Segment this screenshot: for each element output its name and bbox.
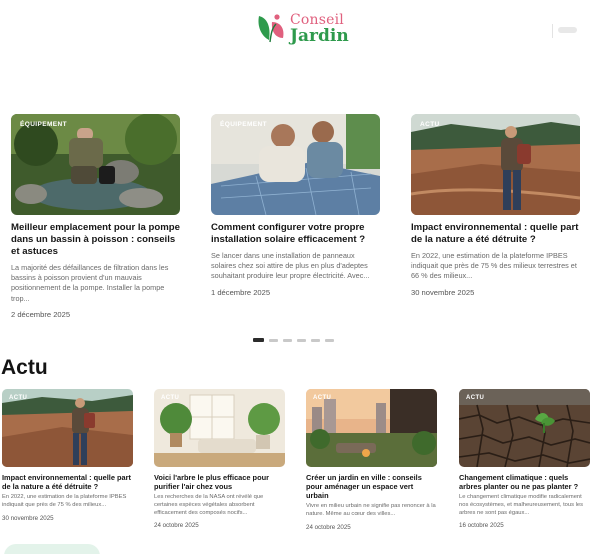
- site-logo[interactable]: Conseil Jardin: [256, 12, 349, 46]
- article-category-tag: ACTU: [9, 395, 28, 401]
- section-heading: Actu: [1, 356, 48, 379]
- article-date: 24 octobre 2025: [306, 523, 351, 531]
- article-excerpt: En 2022, une estimation de la plateforme…: [2, 494, 127, 508]
- header-divider: [552, 24, 553, 38]
- site-header: Conseil Jardin: [0, 0, 600, 60]
- logo-text-conseil: Conseil: [290, 12, 344, 28]
- pagination-dot[interactable]: [297, 338, 306, 342]
- slide-date: 30 novembre 2025: [411, 287, 475, 297]
- article-card[interactable]: ACTU Impact environnemental : quelle par…: [2, 389, 133, 522]
- article-date: 30 novembre 2025: [2, 514, 54, 522]
- article-image[interactable]: ACTU: [459, 389, 590, 467]
- article-excerpt: Le changement climatique modifie radical…: [459, 494, 584, 516]
- article-category-tag: ACTU: [466, 395, 485, 401]
- pagination-dot[interactable]: [283, 338, 292, 342]
- pagination-dot[interactable]: [325, 338, 334, 342]
- article-image[interactable]: ACTU: [154, 389, 285, 467]
- pagination-dot[interactable]: [269, 338, 278, 342]
- article-title[interactable]: Créer un jardin en ville : conseils pour…: [306, 473, 437, 500]
- slide-date: 2 décembre 2025: [11, 309, 71, 319]
- slide-title[interactable]: Meilleur emplacement pour la pompe dans …: [11, 222, 180, 258]
- article-card[interactable]: ACTU Voici l'arbre le plus efficace pour…: [154, 389, 285, 529]
- slide-category-tag: ÉQUIPEMENT: [20, 121, 67, 128]
- slide-category-tag: ACTU: [420, 121, 440, 128]
- slide-excerpt: La majorité des défaillances de filtrati…: [11, 263, 169, 303]
- article-category-tag: ACTU: [313, 395, 332, 401]
- article-title[interactable]: Impact environnemental : quelle part de …: [2, 473, 133, 491]
- slide-image[interactable]: ÉQUIPEMENT: [11, 114, 180, 215]
- slide-title[interactable]: Comment configurer votre propre installa…: [211, 222, 380, 246]
- load-more-button[interactable]: [4, 544, 100, 554]
- slide-excerpt: Se lancer dans une installation de panne…: [211, 251, 370, 281]
- pagination-dot[interactable]: [253, 338, 264, 342]
- article-card[interactable]: ACTU Changement climatique : quels arbre…: [459, 389, 590, 529]
- menu-icon[interactable]: [558, 27, 577, 33]
- article-card[interactable]: ACTU Créer un jardin en ville : conseils…: [306, 389, 437, 531]
- slide-title[interactable]: Impact environnemental : quelle part de …: [411, 222, 580, 246]
- article-category-tag: ACTU: [161, 395, 180, 401]
- article-date: 24 octobre 2025: [154, 522, 199, 530]
- article-title[interactable]: Voici l'arbre le plus efficace pour puri…: [154, 473, 285, 491]
- carousel-slide[interactable]: ACTU Impact environnemental : quelle par…: [411, 114, 580, 297]
- article-excerpt: Les recherches de la NASA ont révélé que…: [154, 494, 264, 516]
- logo-text-jardin: Jardin: [290, 26, 349, 46]
- slide-category-tag: ÉQUIPEMENT: [220, 121, 267, 128]
- article-title[interactable]: Changement climatique : quels arbres pla…: [459, 473, 590, 491]
- article-image[interactable]: ACTU: [2, 389, 133, 467]
- carousel-slide[interactable]: ÉQUIPEMENT Meilleur emplacement pour la …: [11, 114, 180, 319]
- featured-carousel: ÉQUIPEMENT Meilleur emplacement pour la …: [0, 114, 600, 344]
- carousel-slide[interactable]: ÉQUIPEMENT Comment configurer votre prop…: [211, 114, 380, 297]
- article-image[interactable]: ACTU: [306, 389, 437, 467]
- article-date: 16 octobre 2025: [459, 522, 504, 530]
- slide-image[interactable]: ACTU: [411, 114, 580, 215]
- slide-excerpt: En 2022, une estimation de la plateforme…: [411, 251, 577, 281]
- leaf-logo-icon: [258, 14, 284, 43]
- pagination-dot[interactable]: [311, 338, 320, 342]
- slide-date: 1 décembre 2025: [211, 287, 271, 297]
- slide-image[interactable]: ÉQUIPEMENT: [211, 114, 380, 215]
- carousel-pagination: [253, 338, 334, 342]
- article-excerpt: Vivre en milieu urbain ne signifie pas r…: [306, 503, 436, 517]
